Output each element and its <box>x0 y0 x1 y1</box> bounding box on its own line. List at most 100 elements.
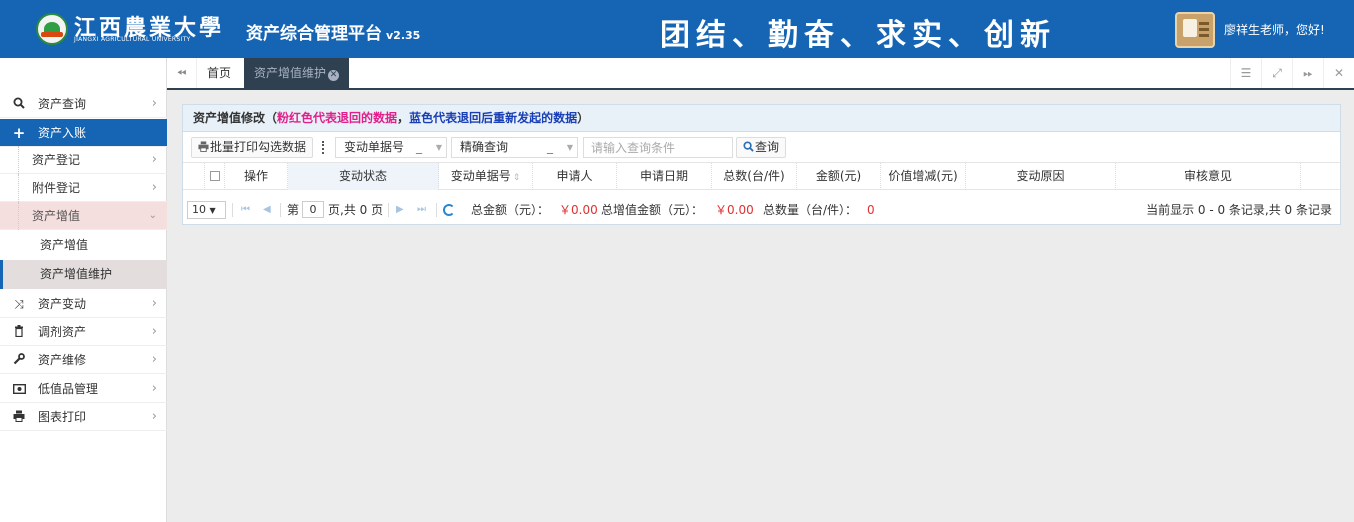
sidebar-item-chart-print[interactable]: 图表打印 › <box>0 403 167 431</box>
total-quantity-label: 总数量（台/件）： <box>763 203 858 217</box>
sidebar-item-asset-increment-leaf[interactable]: 资产增值 <box>0 231 167 260</box>
sidebar-item-label: 资产增值维护 <box>40 267 113 281</box>
checkbox-icon <box>209 171 220 181</box>
page-size-select[interactable]: 10 ▼ <box>187 201 226 219</box>
money-icon <box>12 375 26 403</box>
column-header-status[interactable]: 变动状态 <box>288 163 439 190</box>
sidebar-item-label: 资产入账 <box>38 126 87 140</box>
note-pink: 粉红色代表退回的数据 <box>277 111 398 125</box>
top-header: 江西農業大學 JIANGXI AGRICULTURAL UNIVERSITY 资… <box>0 0 1354 58</box>
sidebar-item-asset-query[interactable]: 资产查询 › <box>0 90 167 118</box>
tab-asset-increment-maintain[interactable]: 资产增值维护 ✕ <box>244 58 350 88</box>
panel-title: 资产增值修改（粉红色代表退回的数据，蓝色代表退回后重新发起的数据） <box>183 105 1340 132</box>
chevron-right-icon: › <box>151 324 157 339</box>
chevron-down-icon: ▼ <box>566 143 573 152</box>
column-header-review[interactable]: 审核意见 <box>1116 163 1301 190</box>
chevron-right-icon: › <box>151 96 157 111</box>
column-header-quantity[interactable]: 总数(台/件) <box>712 163 797 190</box>
sidebar: 资产查询 › + 资产入账 资产登记 › 附件登记 › 资产增值 ⌄ 资产增值 … <box>0 58 167 522</box>
pager-separator <box>388 203 389 217</box>
sidebar-item-asset-register[interactable]: 资产登记 › <box>0 146 167 174</box>
total-amount-label: 总金额（元）： <box>471 203 550 217</box>
mode-select[interactable]: 精确查询 _ ▼ <box>451 137 578 158</box>
column-header-operation: 操作 <box>225 163 288 190</box>
tab-scroll-right-icon[interactable]: ⏩︎ <box>1292 58 1323 88</box>
batch-print-button[interactable]: 批量打印勾选数据 <box>191 137 314 158</box>
sidebar-item-label: 调剂资产 <box>38 325 87 339</box>
sidebar-item-label: 低值品管理 <box>38 382 99 396</box>
sidebar-item-label: 资产维修 <box>38 353 87 367</box>
mode-select-underscore: _ <box>547 140 553 154</box>
panel-title-text: 资产增值修改 <box>193 111 266 125</box>
refresh-icon[interactable] <box>443 204 455 216</box>
select-all-checkbox[interactable] <box>205 163 225 190</box>
menu-icon[interactable]: ☰ <box>1230 58 1261 88</box>
chevron-down-icon: ▼ <box>435 143 442 152</box>
column-header-value-change[interactable]: 价值增减(元) <box>881 163 966 190</box>
user-avatar-icon[interactable] <box>1175 12 1215 48</box>
sidebar-item-asset-change[interactable]: ⤨ 资产变动 › <box>0 290 167 318</box>
first-page-icon[interactable]: ⏮︎ <box>241 197 250 223</box>
column-header-apply-date[interactable]: 申请日期 <box>617 163 712 190</box>
sidebar-item-low-value[interactable]: 低值品管理 › <box>0 375 167 403</box>
sidebar-item-label: 资产增值 <box>32 209 81 223</box>
field-select[interactable]: 变动单据号 _ ▼ <box>335 137 447 158</box>
fullscreen-icon[interactable]: ⤢ <box>1261 58 1292 88</box>
sidebar-item-asset-entry[interactable]: + 资产入账 <box>0 119 167 147</box>
sidebar-item-label: 图表打印 <box>38 410 87 424</box>
last-page-icon[interactable]: ⏭︎ <box>417 197 426 223</box>
print-icon <box>196 138 210 157</box>
university-name-en: JIANGXI AGRICULTURAL UNIVERSITY <box>74 36 191 43</box>
sort-icon[interactable]: ⇕ <box>513 173 521 183</box>
field-select-underscore: _ <box>416 140 422 154</box>
user-greeting[interactable]: 廖祥生老师，您好! <box>1224 21 1325 38</box>
trash-icon <box>12 318 26 346</box>
column-header-amount[interactable]: 金额(元) <box>797 163 881 190</box>
page-number-input[interactable]: 0 <box>302 201 324 218</box>
platform-version: v2.35 <box>386 29 421 42</box>
field-select-value: 变动单据号 <box>344 140 405 154</box>
chevron-right-icon: › <box>151 180 157 195</box>
tab-label: 资产增值维护 <box>254 66 327 80</box>
sidebar-item-asset-increment[interactable]: 资产增值 ⌄ <box>0 202 167 230</box>
tab-scroll-left-icon[interactable]: ⏪︎ <box>167 58 197 88</box>
total-quantity-value: 0 <box>867 203 875 217</box>
pager-separator <box>280 203 281 217</box>
sidebar-item-label: 资产变动 <box>38 297 87 311</box>
close-icon[interactable]: ✕ <box>328 70 340 81</box>
page-size-value: 10 <box>192 203 206 216</box>
column-header-reason[interactable]: 变动原因 <box>966 163 1116 190</box>
page-suffix: 页,共 0 页 <box>328 203 384 217</box>
sidebar-item-asset-transfer[interactable]: 调剂资产 › <box>0 318 167 346</box>
chevron-right-icon: › <box>151 296 157 311</box>
column-header-doc-no[interactable]: 变动单据号 ⇕ <box>439 163 533 190</box>
tab-home[interactable]: 首页 <box>197 58 241 88</box>
note-comma: ， <box>397 111 410 125</box>
total-increment-value: ￥0.00 <box>715 203 754 217</box>
sidebar-item-attachment-register[interactable]: 附件登记 › <box>0 174 167 202</box>
increment-panel: 资产增值修改（粉红色代表退回的数据，蓝色代表退回后重新发起的数据） 批量打印勾选… <box>182 104 1341 225</box>
close-all-icon[interactable]: ✕ <box>1323 58 1354 88</box>
batch-print-label: 批量打印勾选数据 <box>210 140 307 154</box>
print-icon <box>12 403 26 431</box>
prev-page-icon[interactable]: ◀ <box>263 197 271 223</box>
total-increment-label: 总增值金额（元）： <box>601 203 704 217</box>
sidebar-item-asset-repair[interactable]: 资产维修 › <box>0 346 167 374</box>
page-prefix: 第 <box>287 203 300 217</box>
tab-bar: ⏪︎ 首页 资产增值维护 ✕ ☰ ⤢ ⏩︎ ✕ <box>167 58 1354 90</box>
chevron-down-icon: ⌄ <box>148 210 157 221</box>
sidebar-item-asset-increment-maintain[interactable]: 资产增值维护 <box>0 260 167 289</box>
chevron-right-icon: › <box>151 152 157 167</box>
table-header: 操作 变动状态 变动单据号 ⇕ 申请人 申请日期 总数(台/件) 金额(元) 价值… <box>183 162 1340 190</box>
row-number-header <box>183 163 205 190</box>
column-header-applicant[interactable]: 申请人 <box>533 163 617 190</box>
shuffle-icon: ⤨ <box>14 297 24 311</box>
search-input[interactable] <box>583 137 733 158</box>
pagination-bar: 10 ▼ ⏮︎ ◀ 第 0 页,共 0 页 ▶ ⏭︎ 总金额（元）： ￥0.00… <box>183 197 1340 223</box>
search-icon <box>12 90 26 118</box>
query-button[interactable]: 查询 <box>736 137 787 158</box>
next-page-icon[interactable]: ▶ <box>396 197 404 223</box>
mode-select-value: 精确查询 <box>460 140 509 154</box>
wrench-icon <box>12 346 26 374</box>
column-header-doc-no-label: 变动单据号 <box>450 169 511 183</box>
